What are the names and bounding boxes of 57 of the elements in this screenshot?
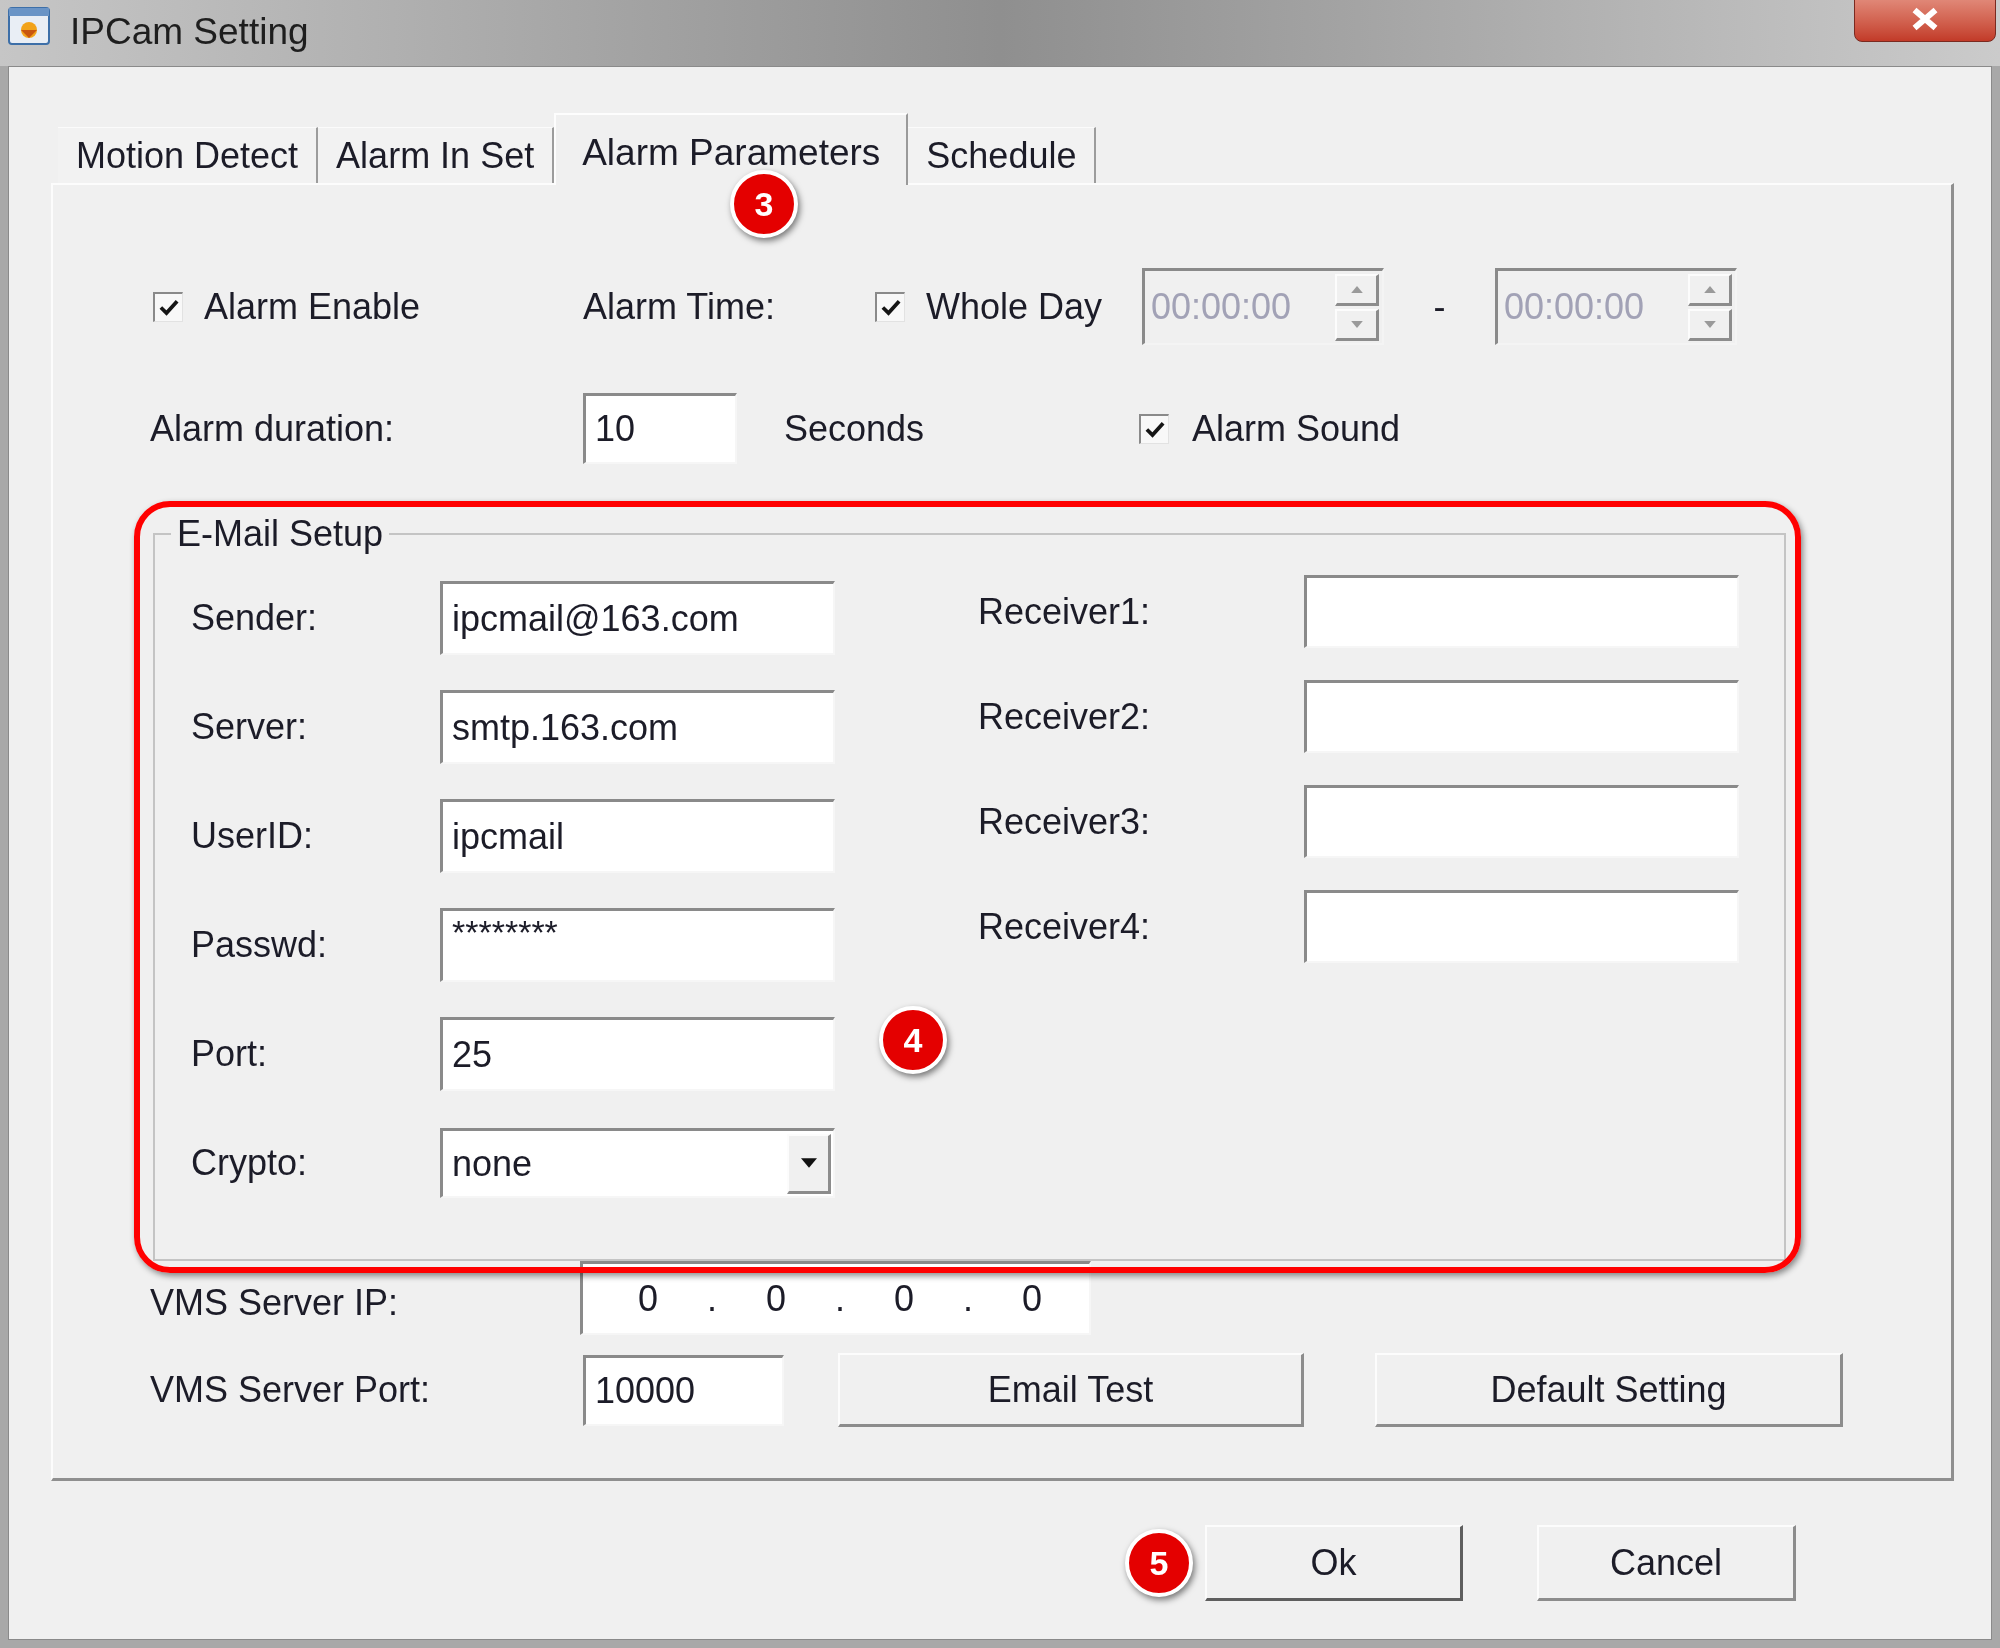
app-icon (8, 7, 50, 45)
down-triangle-icon (1703, 320, 1716, 328)
checkbox-label: Whole Day (926, 284, 1103, 329)
field-label: Server: (191, 705, 308, 749)
receiver-field[interactable] (1304, 890, 1739, 963)
alarm-enable-checkbox[interactable] (153, 291, 183, 322)
field-label: UserID: (191, 814, 313, 858)
receiver-label: Receiver2: (978, 694, 1151, 739)
whole-day-checkbox[interactable] (875, 291, 905, 322)
field-label: Port: (191, 1032, 268, 1076)
ip-address-field[interactable]: 0 . 0 . 0 . 0 (580, 1261, 1091, 1335)
receiver-label: Receiver3: (978, 799, 1151, 844)
port-field[interactable]: 10000 (583, 1354, 784, 1426)
dialog-button[interactable]: Ok (1205, 1525, 1463, 1601)
field-label: Sender: (191, 596, 318, 640)
text-field[interactable]: 25 (440, 1017, 835, 1091)
dropdown-field[interactable]: none (440, 1128, 835, 1198)
dropdown-button[interactable] (787, 1133, 831, 1194)
tab[interactable]: Alarm Parameters (554, 113, 909, 185)
up-triangle-icon (1703, 285, 1716, 293)
checkmark-icon (880, 298, 901, 316)
text-field[interactable]: ipcmail@163.com (440, 581, 835, 655)
caret-icon (800, 1158, 817, 1168)
receiver-field[interactable] (1304, 680, 1739, 753)
checkbox-label: Alarm Sound (1192, 406, 1401, 451)
tab[interactable]: Schedule (908, 127, 1097, 183)
password-field[interactable]: ******** (440, 908, 835, 982)
panel-button[interactable]: Default Setting (1375, 1353, 1843, 1427)
receiver-field[interactable] (1304, 785, 1739, 858)
checkmark-icon (158, 298, 179, 316)
receiver-field[interactable] (1304, 575, 1739, 648)
text-field[interactable]: ipcmail (440, 799, 835, 873)
tab[interactable]: Motion Detect (58, 127, 319, 183)
alarm-time-label: Alarm Time: (583, 284, 776, 329)
range-separator: - (1433, 284, 1446, 329)
down-triangle-icon (1350, 320, 1363, 328)
group-title: E-Mail Setup (176, 513, 385, 555)
window-title: IPCam Setting (70, 10, 309, 54)
field-label: Crypto: (191, 1141, 308, 1185)
duration-field[interactable]: 10 (583, 393, 737, 464)
close-button[interactable] (1854, 0, 1996, 42)
alarm-sound-checkbox[interactable] (1139, 413, 1169, 444)
text-field[interactable]: smtp.163.com (440, 690, 835, 764)
alarm-duration-label: Alarm duration: (150, 406, 395, 451)
checkbox-label: Alarm Enable (204, 284, 421, 329)
unit-label: Seconds (784, 406, 925, 451)
receiver-label: Receiver1: (978, 589, 1151, 634)
tab[interactable]: Alarm In Set (318, 127, 555, 183)
receiver-label: Receiver4: (978, 904, 1151, 949)
close-icon (1910, 7, 1940, 31)
vms-port-label: VMS Server Port: (150, 1368, 431, 1412)
up-triangle-icon (1350, 285, 1363, 293)
vms-ip-label: VMS Server IP: (150, 1281, 399, 1325)
dialog-button[interactable]: Cancel (1537, 1525, 1796, 1601)
field-label: Passwd: (191, 923, 328, 967)
checkmark-icon (1144, 420, 1165, 438)
panel-button[interactable]: Email Test (838, 1353, 1304, 1427)
